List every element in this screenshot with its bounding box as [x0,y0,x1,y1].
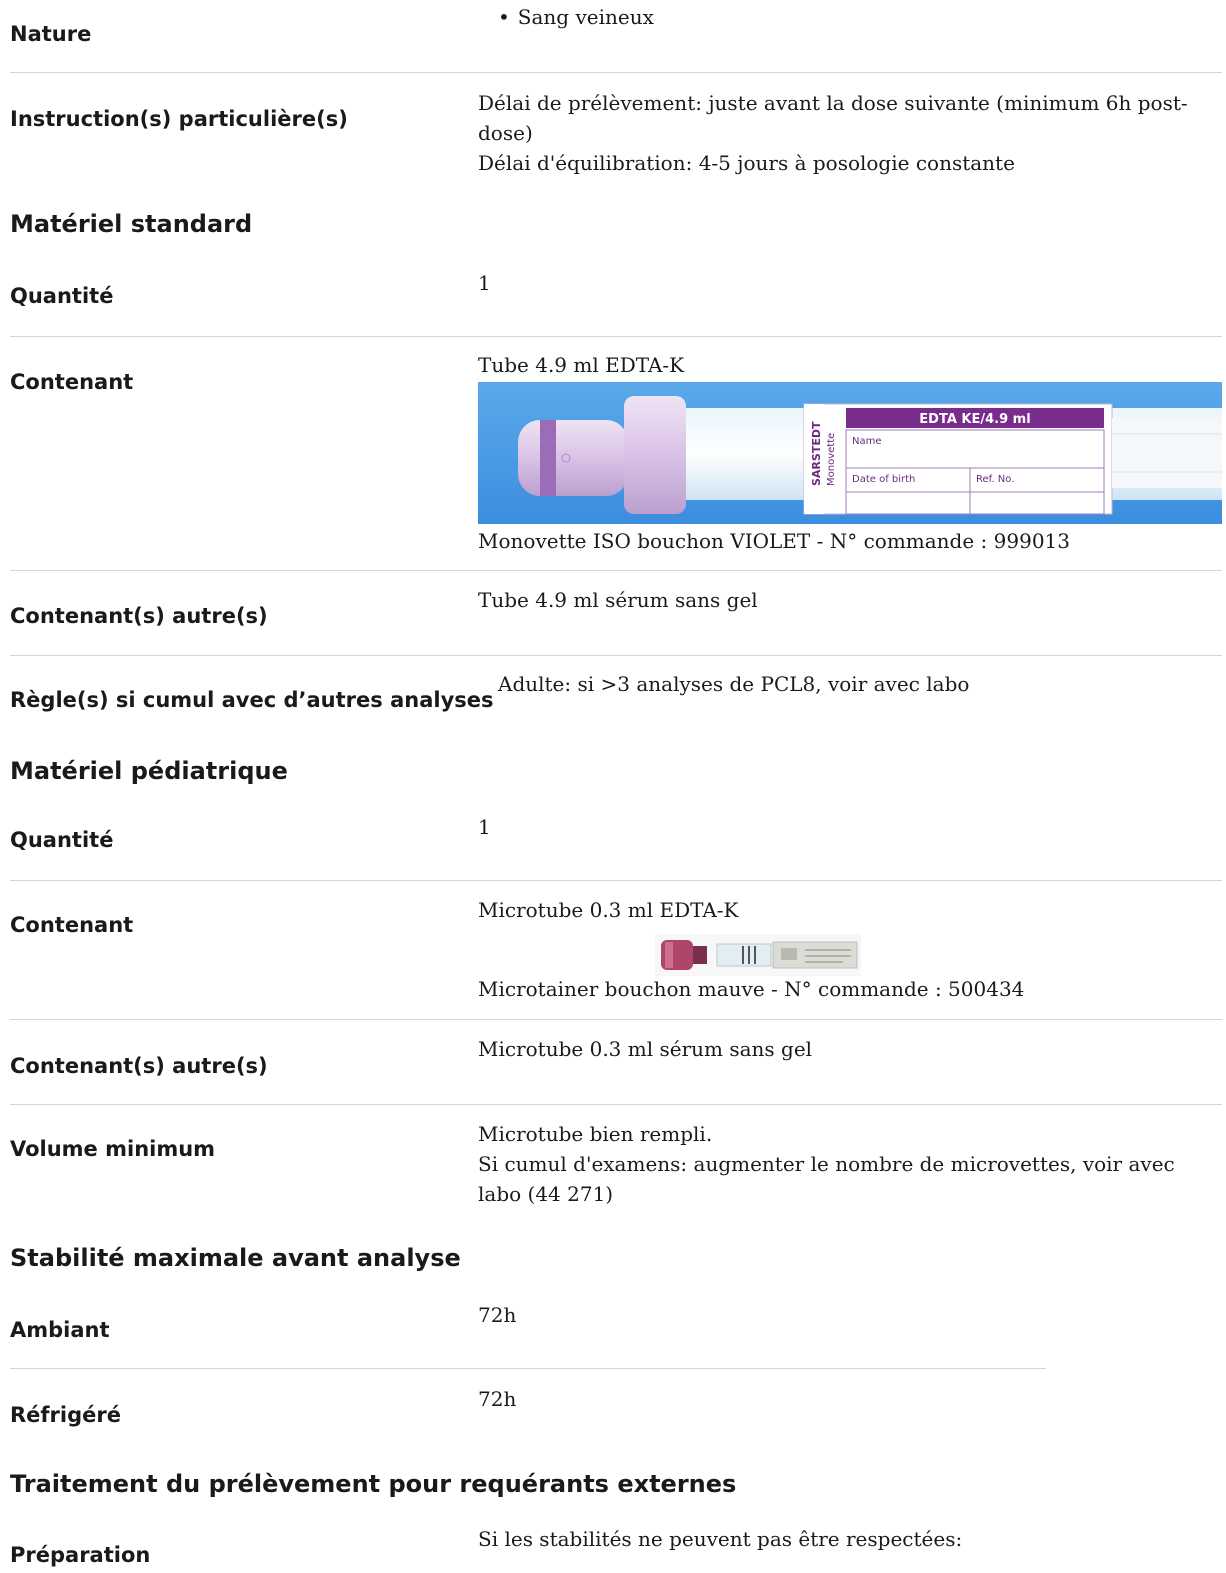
prep-label: Préparation [10,1543,151,1567]
ambient-label: Ambiant [10,1318,110,1342]
tube-field-ref: Ref. No. [976,474,1014,485]
divider [10,570,1222,571]
section-title-pediatric: Matériel pédiatrique [10,757,288,785]
std-quantity-label: Quantité [10,284,114,308]
section-title-stability: Stabilité maximale avant analyse [10,1244,461,1272]
section-title-standard: Matériel standard [10,210,253,238]
fridge-value: 72h [478,1387,517,1411]
nature-value: Sang veineux [498,2,654,32]
ped-other-label: Contenant(s) autre(s) [10,1054,268,1078]
nature-item: Sang veineux [498,2,654,32]
divider [10,72,1222,73]
ped-quantity-label: Quantité [10,828,114,852]
microtube-edta-image [655,934,861,976]
instruction-line: Délai de prélèvement: juste avant la dos… [478,91,1188,115]
ped-container-caption: Microtainer bouchon mauve - N° commande … [478,977,1025,1001]
std-quantity-value: 1 [478,271,491,295]
divider [10,1019,1222,1020]
instruction-line: dose) [478,121,533,145]
ped-quantity-value: 1 [478,815,491,839]
divider [10,336,1222,337]
tube-brand-2: Monovette [826,433,837,486]
ped-volume-label: Volume minimum [10,1137,216,1161]
divider [10,1368,1046,1369]
nature-label: Nature [10,22,92,46]
tube-field-name: Name [852,436,882,447]
std-rules-value: Adulte: si >3 analyses de PCL8, voir ave… [498,672,970,696]
ambient-value: 72h [478,1303,517,1327]
volume-line: Microtube bien rempli. [478,1122,713,1146]
volume-line: labo (44 271) [478,1182,614,1206]
instructions-label: Instruction(s) particulière(s) [10,107,348,131]
divider [10,1104,1222,1105]
tube-field-dob: Date of birth [852,474,915,485]
tube-label-text: EDTA KE/4.9 ml [919,412,1030,427]
ped-container-value: Microtube 0.3 ml EDTA-K [478,898,739,922]
instructions-value: Délai de prélèvement: juste avant la dos… [478,88,1218,178]
divider [10,880,1222,881]
std-other-value: Tube 4.9 ml sérum sans gel [478,588,758,612]
section-title-treatment: Traitement du prélèvement pour requérant… [10,1470,737,1498]
std-rules-label: Règle(s) si cumul avec d’autres analyses [10,688,494,712]
volume-line: Si cumul d'examens: augmenter le nombre … [478,1152,1175,1176]
divider [10,655,1222,656]
instruction-line: Délai d'équilibration: 4-5 jours à posol… [478,151,1015,175]
tube-brand: SARSTEDT [810,421,823,486]
tube-edta-image: EDTA KE/4.9 ml SARSTEDT Monovette Name D… [478,382,1222,524]
ped-other-value: Microtube 0.3 ml sérum sans gel [478,1037,813,1061]
fridge-label: Réfrigéré [10,1403,121,1427]
std-container-value: Tube 4.9 ml EDTA-K [478,353,685,377]
prep-value: Si les stabilités ne peuvent pas être re… [478,1527,963,1551]
std-other-label: Contenant(s) autre(s) [10,604,268,628]
ped-volume-value: Microtube bien rempli. Si cumul d'examen… [478,1119,1218,1209]
ped-container-label: Contenant [10,913,134,937]
std-container-label: Contenant [10,370,134,394]
std-container-caption: Monovette ISO bouchon VIOLET - N° comman… [478,529,1070,553]
